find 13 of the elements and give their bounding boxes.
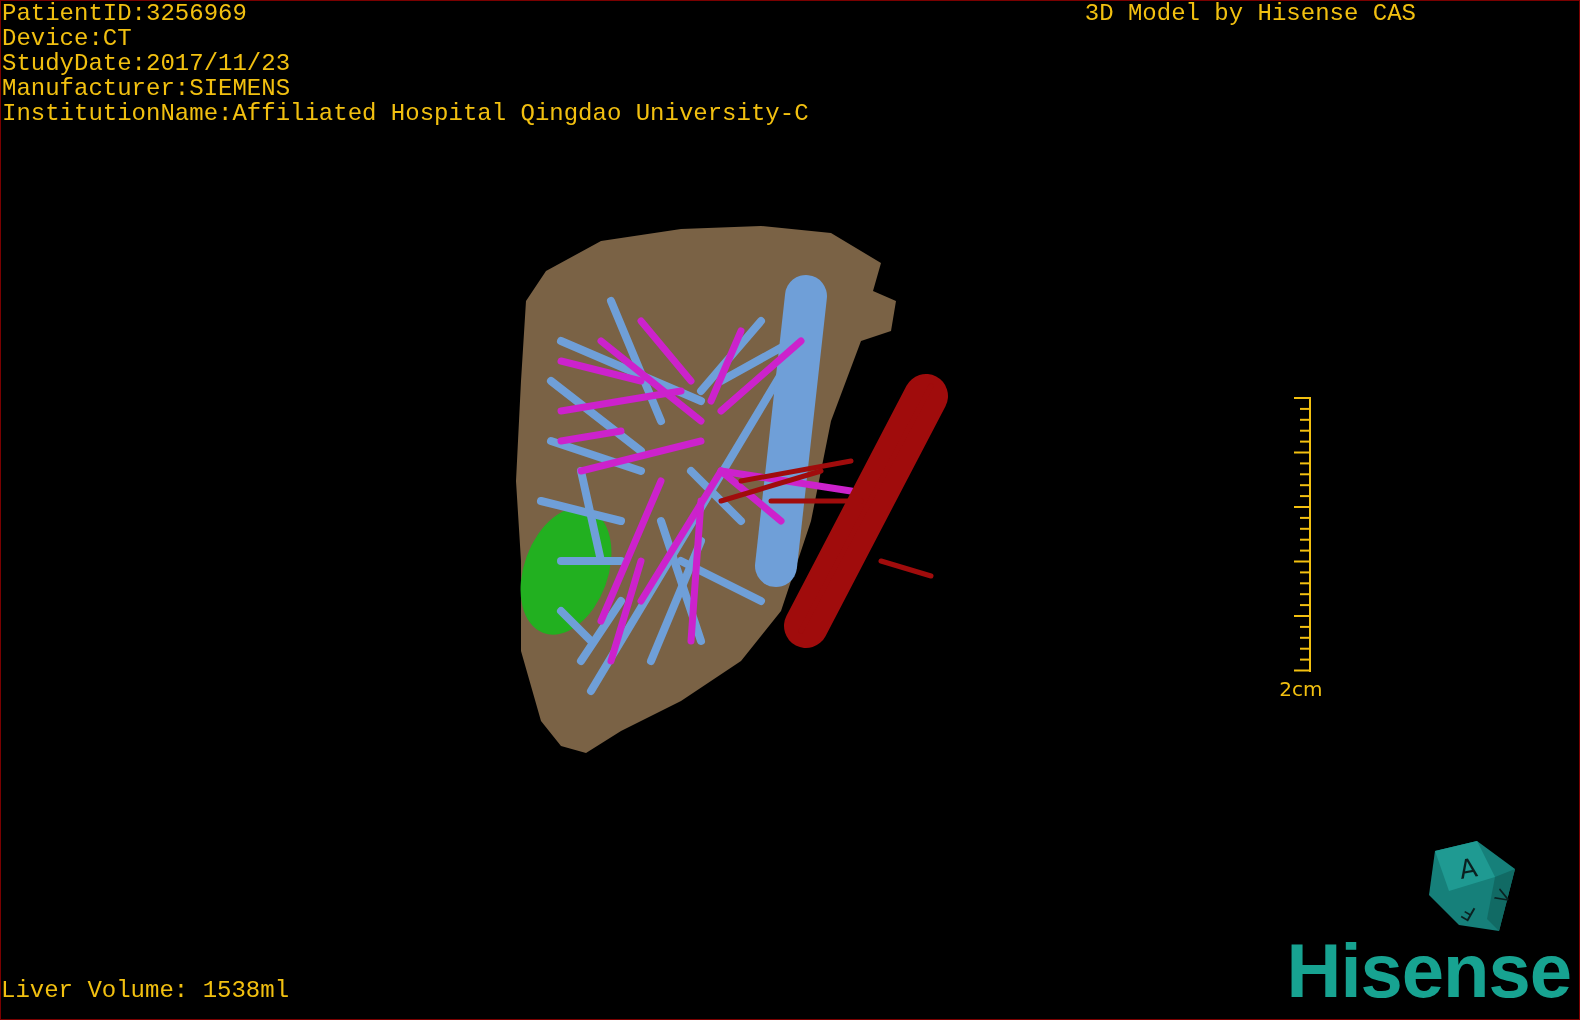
- patient-info-text: InstitutionName:Affiliated Hospital Qingdao University-C: [2, 101, 810, 126]
- scale-label: 2cm: [1279, 678, 1323, 700]
- patient-info-text: PatientID:3256969: [2, 1, 248, 26]
- liver-volume-text: Liver Volume: 1538ml: [1, 978, 291, 1006]
- cube-face-label: V: [1490, 886, 1515, 908]
- brand-logo: Hisense: [1286, 937, 1571, 1015]
- patient-info-text: StudyDate:2017/11/23: [2, 51, 292, 76]
- cube-face-label: F: [1457, 899, 1480, 927]
- orientation-cube-icon[interactable]: [1429, 841, 1515, 931]
- viewer-title: 3D Model by Hisense CAS: [1084, 1, 1416, 29]
- patient-info-text: Manufacturer:SIEMENS: [2, 76, 292, 101]
- cube-face-label: A: [1456, 852, 1480, 885]
- patient-info-text: Device:CT: [2, 26, 133, 51]
